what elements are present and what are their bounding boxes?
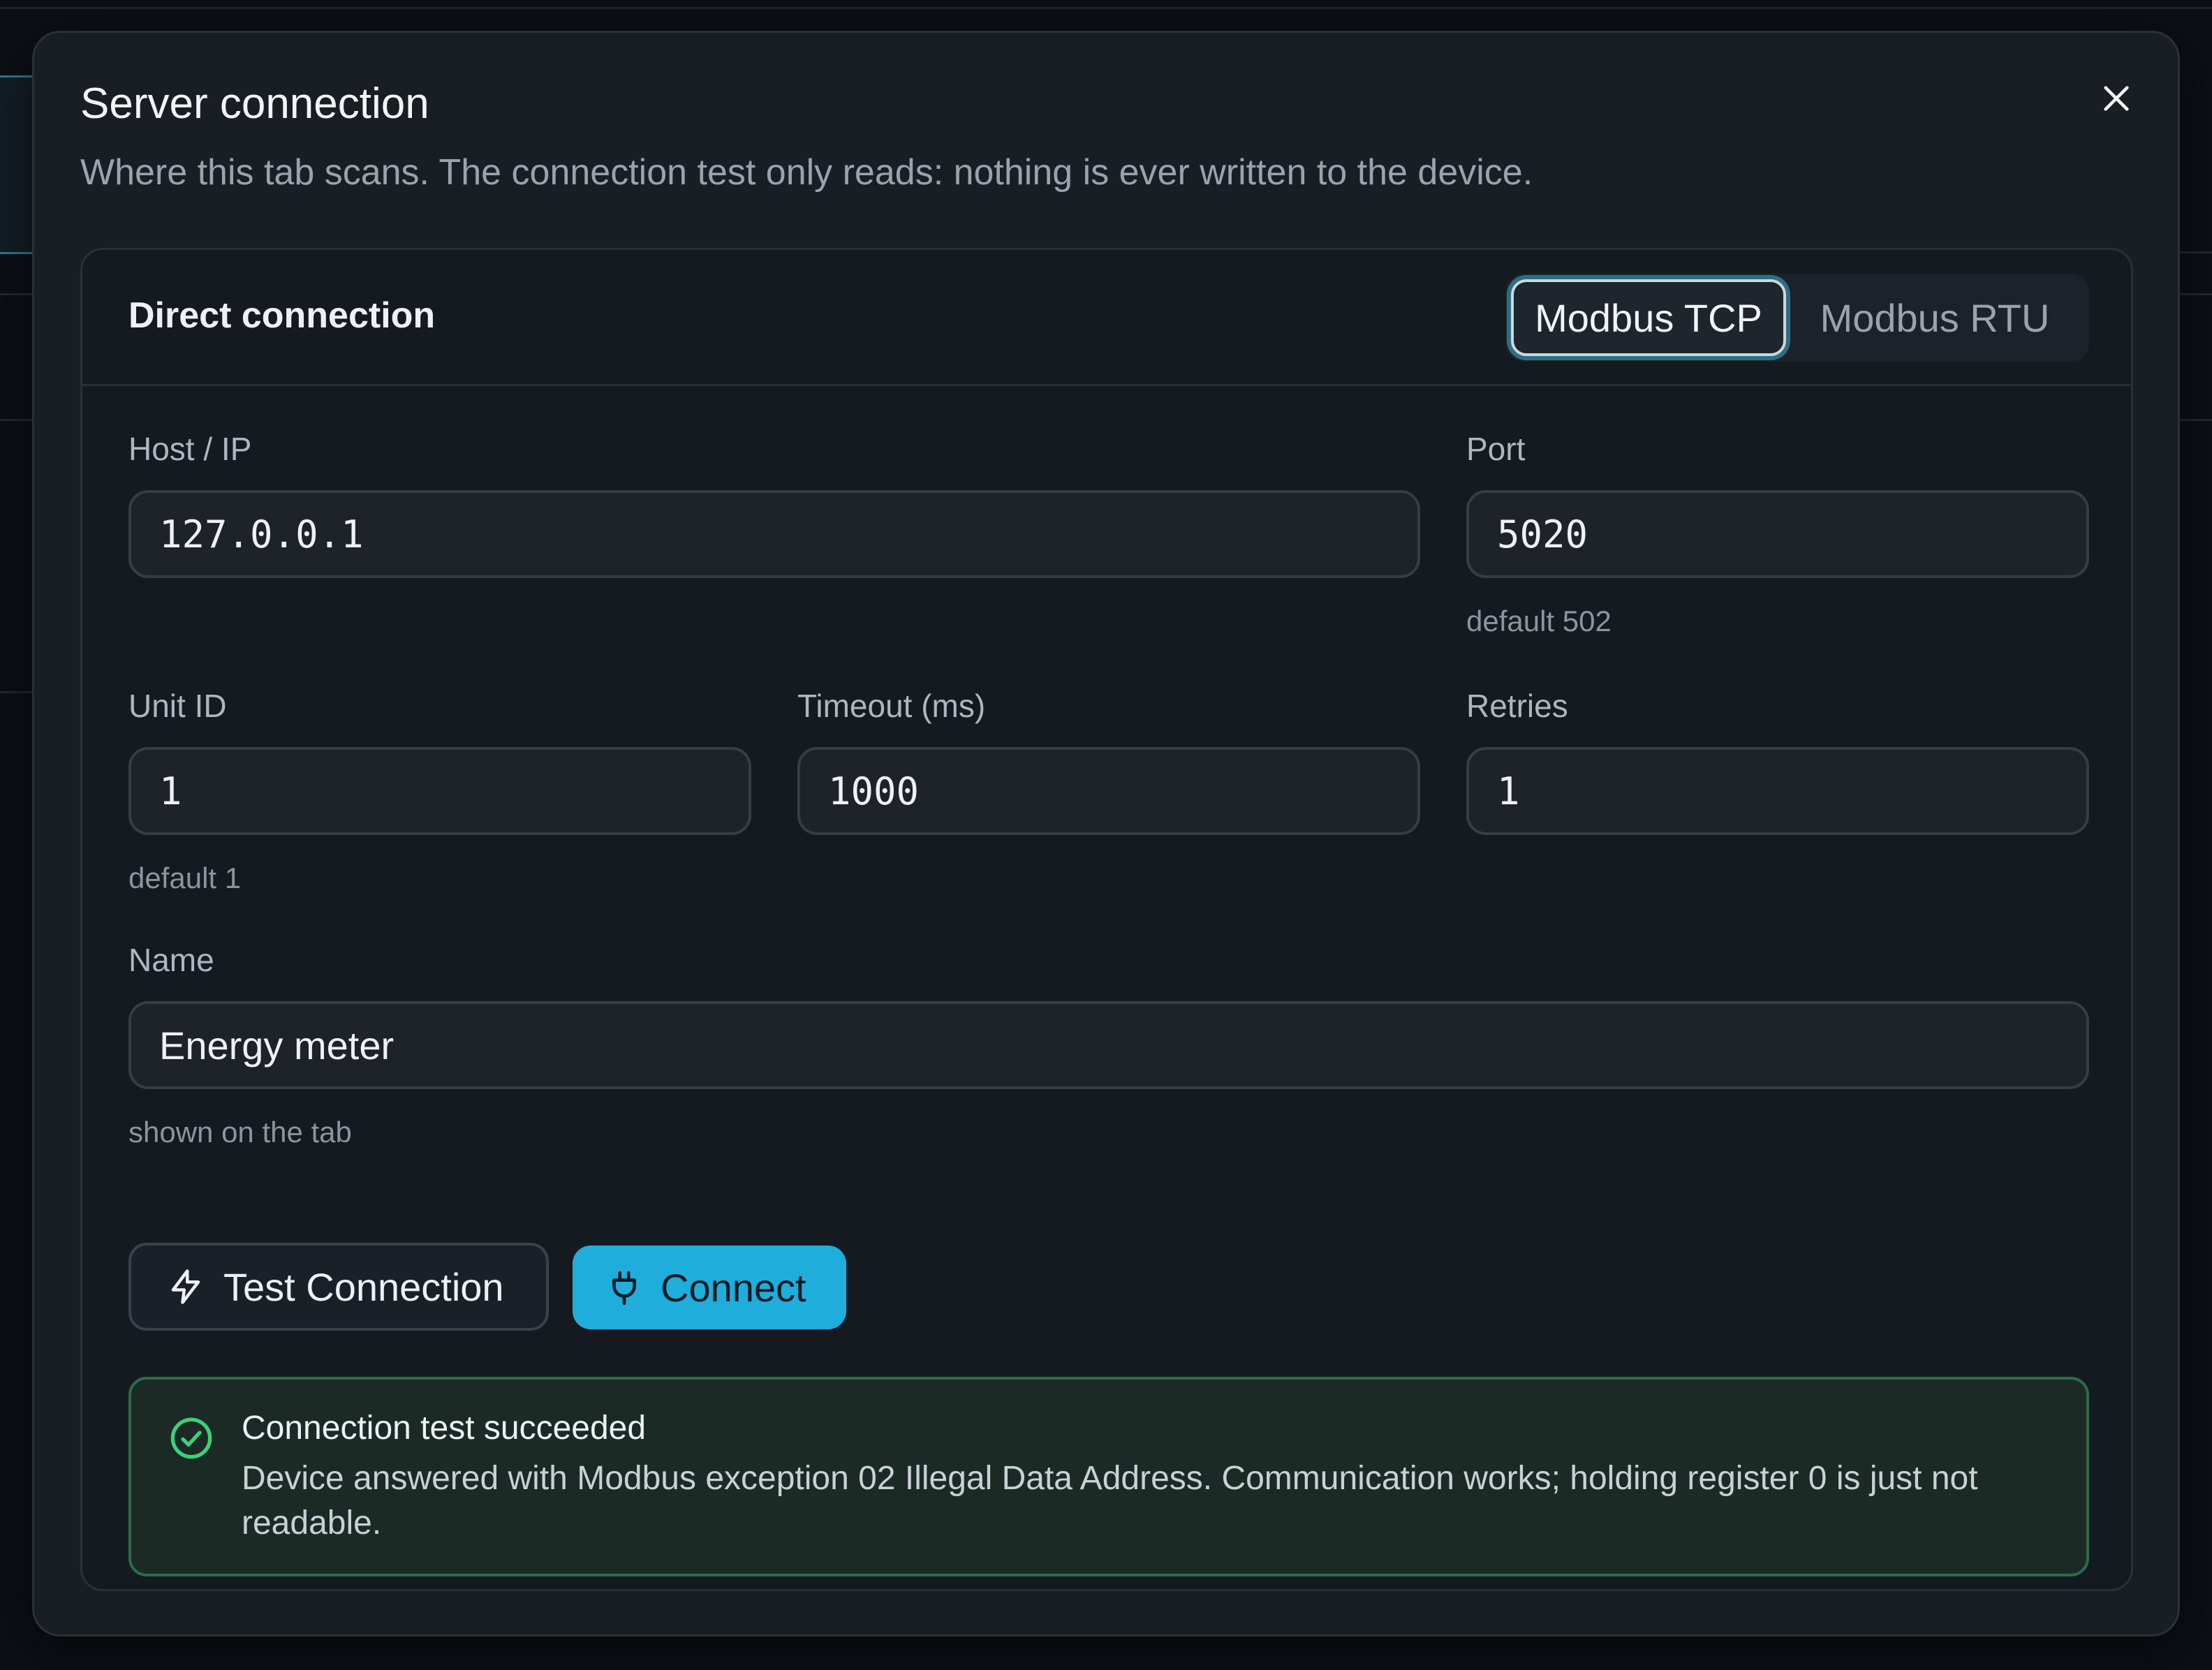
unit-id-label: Unit ID — [128, 688, 227, 724]
timeout-label: Timeout (ms) — [797, 688, 986, 724]
card-header: Direct connection Modbus TCP Modbus RTU — [82, 250, 2131, 386]
port-hint: default 502 — [1466, 605, 1612, 637]
dialog-title: Server connection — [80, 80, 429, 128]
connect-label: Connect — [661, 1265, 806, 1310]
connection-result-alert: Connection test succeeded Device answere… — [128, 1377, 2089, 1576]
check-circle-icon — [170, 1417, 212, 1459]
test-connection-button[interactable]: Test Connection — [128, 1243, 549, 1331]
protocol-option-modbus-rtu[interactable]: Modbus RTU — [1792, 279, 2078, 356]
timeout-input[interactable]: 1000 — [797, 747, 1420, 835]
host-label: Host / IP — [128, 431, 252, 467]
lightning-icon — [159, 1266, 212, 1308]
host-input[interactable]: 127.0.0.1 — [128, 490, 1420, 578]
name-hint: shown on the tab — [128, 1116, 352, 1148]
alert-title: Connection test succeeded — [242, 1410, 647, 1447]
alert-message: Device answered with Modbus exception 02… — [242, 1460, 1978, 1542]
dialog-subtitle: Where this tab scans. The connection tes… — [80, 152, 1533, 193]
protocol-toggle: Modbus TCP Modbus RTU — [1505, 274, 2089, 362]
background-divider — [0, 7, 2212, 9]
protocol-option-modbus-tcp[interactable]: Modbus TCP — [1511, 279, 1786, 356]
close-button[interactable] — [2091, 73, 2141, 124]
direct-connection-card: Direct connection Modbus TCP Modbus RTU … — [80, 248, 2133, 1591]
port-input[interactable]: 5020 — [1466, 490, 2089, 578]
unit-id-hint: default 1 — [128, 862, 242, 894]
background-divider — [2178, 251, 2212, 253]
background-divider — [2178, 293, 2212, 295]
server-connection-dialog: Server connection Where this tab scans. … — [32, 31, 2180, 1636]
name-label: Name — [128, 942, 214, 978]
retries-label: Retries — [1466, 688, 1568, 724]
background-divider — [2178, 419, 2212, 421]
name-input[interactable]: Energy meter — [128, 1001, 2089, 1089]
unit-id-input[interactable]: 1 — [128, 747, 751, 835]
test-connection-label: Test Connection — [223, 1264, 504, 1309]
card-title: Direct connection — [128, 295, 436, 336]
plug-icon — [603, 1266, 645, 1308]
port-label: Port — [1466, 431, 1526, 467]
close-icon — [2104, 86, 2129, 111]
connect-button[interactable]: Connect — [573, 1246, 846, 1329]
retries-input[interactable]: 1 — [1466, 747, 2089, 835]
